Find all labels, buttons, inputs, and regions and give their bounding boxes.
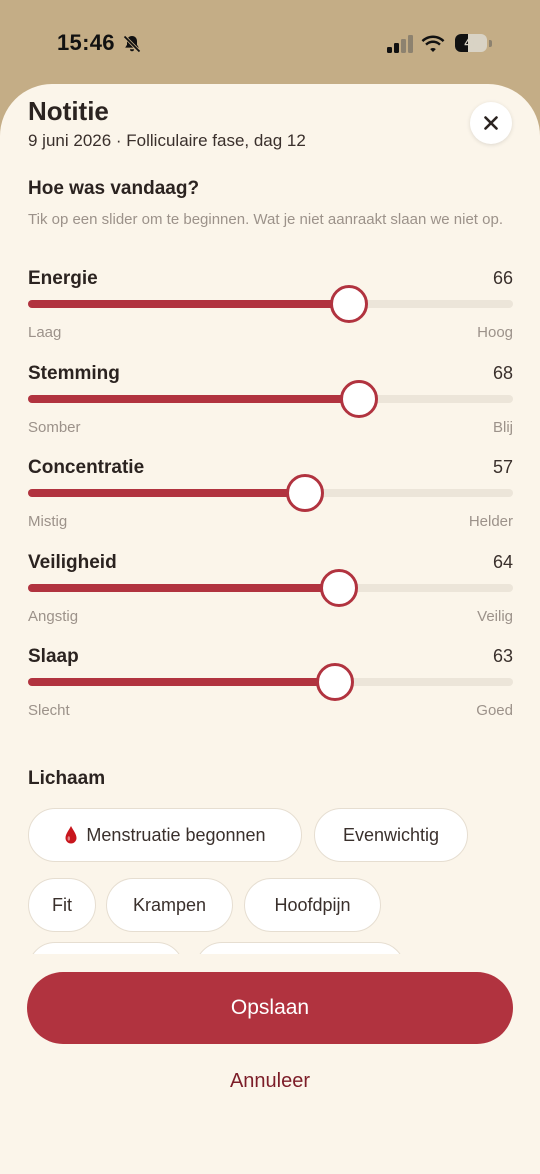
- status-time: 15:46: [57, 30, 115, 55]
- slider-fill: [28, 300, 349, 308]
- sheet-subtitle: 9 juni 2026 · Folliculaire fase, dag 12: [28, 131, 306, 150]
- slider-track[interactable]: [28, 395, 513, 403]
- cellular-signal-icon: [387, 35, 413, 53]
- chip-menstruatie-begonnen[interactable]: Menstruatie begonnen: [28, 808, 302, 862]
- slider-label: Energie: [28, 268, 98, 289]
- slider-min-label: Somber: [28, 419, 81, 436]
- body-section-title: Lichaam: [28, 768, 106, 789]
- close-icon: [484, 116, 498, 130]
- slider-thumb[interactable]: [320, 569, 359, 607]
- slider-value: 57: [492, 457, 513, 477]
- chip-label: Evenwichtig: [342, 824, 440, 845]
- mood-hint: Tik op een slider om te beginnen. Wat je…: [28, 211, 503, 228]
- slider-thumb[interactable]: [286, 474, 325, 512]
- slider-label: Stemming: [28, 363, 120, 384]
- slider-track[interactable]: [28, 584, 513, 592]
- cancel-button[interactable]: Annuleer: [0, 1070, 540, 1093]
- slider-fill: [28, 395, 358, 403]
- slider-veiligheid: Veiligheid 64 Angstig Veilig: [28, 552, 513, 632]
- slider-min-label: Slecht: [28, 702, 70, 719]
- chip-label: Krampen: [132, 894, 207, 915]
- blood-drop-icon: [65, 826, 77, 844]
- slider-thumb[interactable]: [330, 285, 369, 323]
- chip-label: Menstruatie begonnen: [86, 824, 266, 845]
- slider-min-label: Mistig: [28, 513, 68, 530]
- slider-thumb[interactable]: [339, 380, 378, 418]
- slider-max-label: Hoog: [477, 324, 513, 341]
- slider-label: Veiligheid: [28, 552, 117, 573]
- slider-fill: [28, 489, 305, 497]
- battery-icon: 41: [455, 34, 493, 54]
- slider-fill: [28, 678, 334, 686]
- chip-label: Hoofdpijn: [274, 894, 351, 915]
- body-chip-list: Menstruatie begonnen Evenwichtig Fit Kra…: [28, 808, 518, 954]
- slider-concentratie: Concentratie 57 Mistig Helder: [28, 457, 513, 537]
- slider-track[interactable]: [28, 489, 513, 497]
- save-button[interactable]: Opslaan: [27, 972, 513, 1044]
- status-bar: 15:46 41: [0, 0, 540, 84]
- slider-stemming: Stemming 68 Somber Blij: [28, 363, 513, 443]
- chip-partially-hidden[interactable]: [195, 942, 405, 954]
- slider-value: 64: [492, 552, 513, 572]
- slider-track[interactable]: [28, 300, 513, 308]
- chip-krampen[interactable]: Krampen: [106, 878, 233, 932]
- sheet-title: Notitie: [28, 96, 109, 126]
- chip-fit[interactable]: Fit: [28, 878, 96, 932]
- slider-thumb[interactable]: [315, 663, 354, 701]
- chip-evenwichtig[interactable]: Evenwichtig: [314, 808, 468, 862]
- slider-min-label: Angstig: [28, 608, 79, 625]
- mood-question: Hoe was vandaag?: [28, 178, 200, 199]
- slider-max-label: Goed: [476, 702, 513, 719]
- slider-value: 63: [492, 646, 513, 666]
- chip-hoofdpijn[interactable]: Hoofdpijn: [244, 878, 381, 932]
- chip-partially-hidden[interactable]: [28, 942, 184, 954]
- slider-min-label: Laag: [28, 324, 62, 341]
- slider-max-label: Helder: [468, 513, 513, 530]
- wifi-icon: [421, 35, 445, 52]
- slider-max-label: Blij: [492, 419, 513, 436]
- chip-label: Fit: [52, 894, 72, 915]
- close-button[interactable]: [470, 102, 512, 144]
- slider-value: 68: [492, 363, 513, 383]
- slider-slaap: Slaap 63 Slecht Goed: [28, 646, 513, 726]
- slider-track[interactable]: [28, 678, 513, 686]
- slider-label: Slaap: [28, 646, 79, 667]
- note-sheet: Notitie 9 juni 2026 · Folliculaire fase,…: [0, 84, 540, 1174]
- slider-value: 66: [492, 268, 513, 288]
- battery-percentage: 41: [464, 36, 478, 50]
- slider-fill: [28, 584, 339, 592]
- slider-max-label: Veilig: [477, 608, 513, 625]
- bell-slash-icon: [123, 35, 141, 53]
- slider-label: Concentratie: [28, 457, 145, 478]
- slider-energie: Energie 66 Laag Hoog: [28, 268, 513, 348]
